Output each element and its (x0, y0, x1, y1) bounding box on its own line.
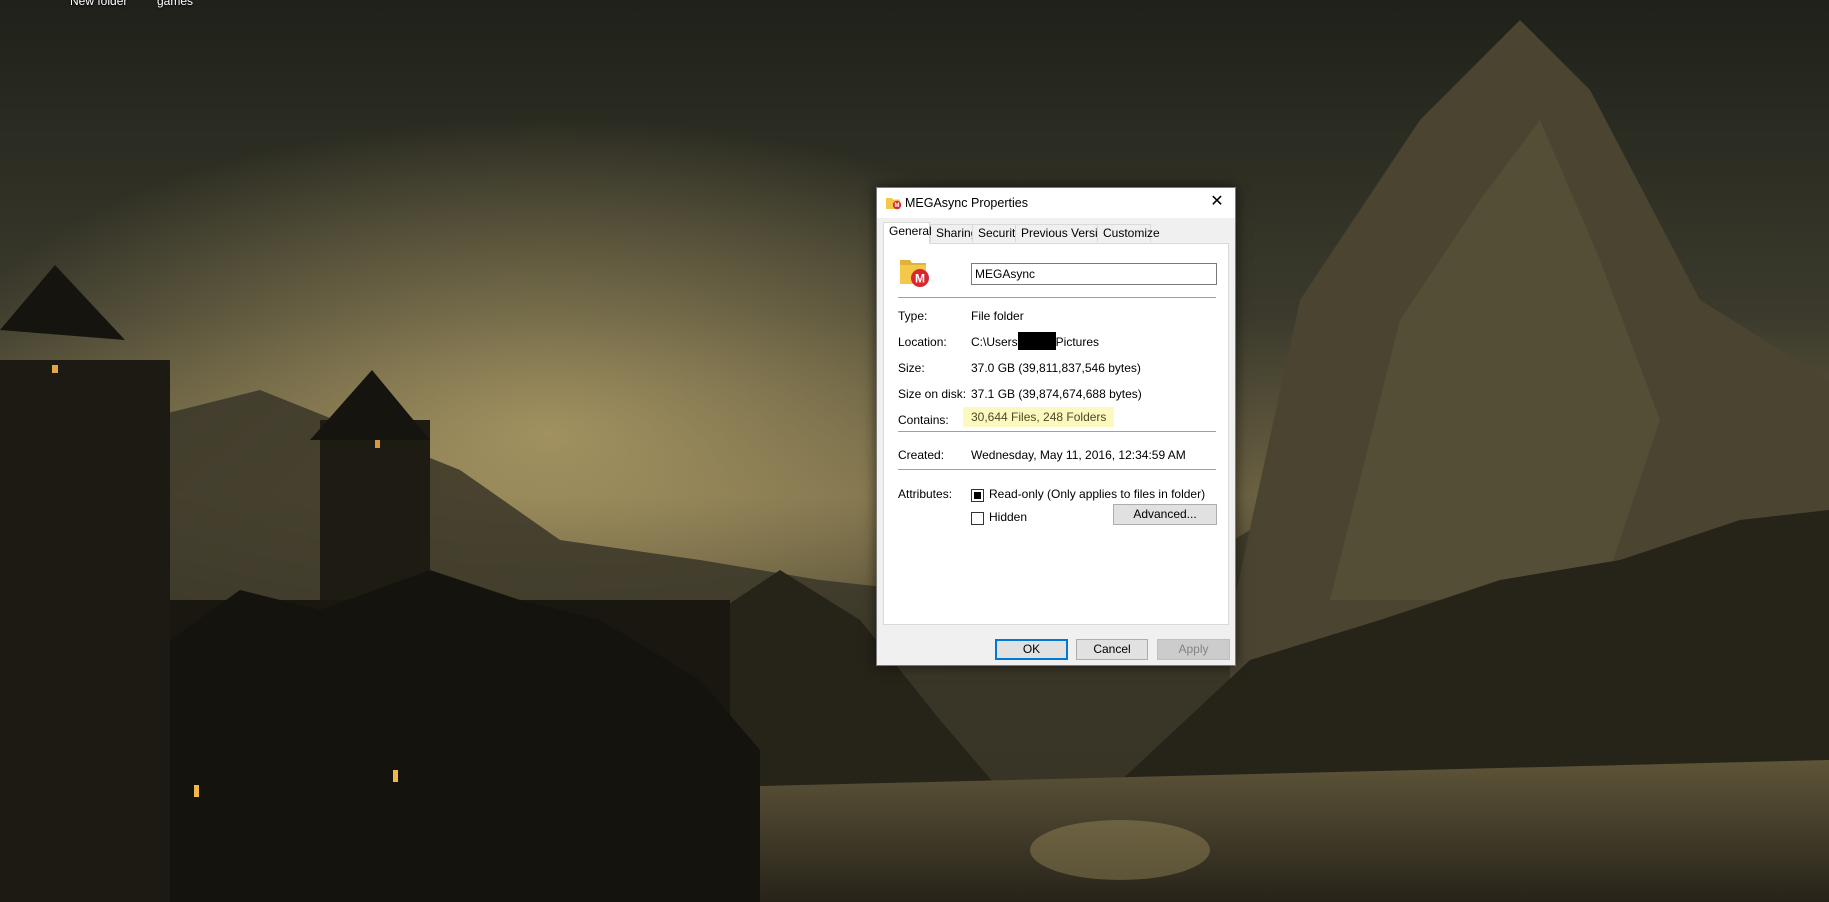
properties-dialog: M MEGAsync Properties ✕ General Sharing … (876, 187, 1236, 666)
redacted-username (1017, 332, 1056, 350)
svg-text:M: M (895, 203, 900, 209)
size-value: 37.0 GB (39,811,837,546 bytes) (971, 361, 1141, 375)
mega-folder-icon: M (900, 260, 929, 287)
divider (898, 469, 1216, 470)
location-suffix: Pictures (1055, 335, 1100, 349)
hidden-checkbox[interactable] (971, 512, 984, 525)
tab-general[interactable]: General (883, 222, 932, 244)
divider (898, 431, 1216, 432)
apply-button[interactable]: Apply (1157, 639, 1230, 660)
contains-label: Contains: (898, 413, 949, 427)
tab-customize[interactable]: Customize (1097, 224, 1160, 242)
general-panel: M Type: File folder Location: C:\Users Pi… (883, 243, 1229, 625)
desktop-icon-label[interactable]: games (157, 0, 193, 8)
mega-folder-icon: M (886, 198, 902, 210)
type-value: File folder (971, 309, 1024, 323)
divider (898, 297, 1216, 298)
contains-value: 30,644 Files, 248 Folders (963, 407, 1115, 427)
size-label: Size: (898, 361, 925, 375)
ok-button[interactable]: OK (995, 639, 1068, 660)
folder-name-input[interactable] (971, 263, 1217, 285)
title-bar[interactable]: M MEGAsync Properties ✕ (877, 188, 1235, 218)
location-value: C:\Users Pictures (971, 332, 1099, 350)
window-title: MEGAsync Properties (905, 196, 1028, 210)
created-value: Wednesday, May 11, 2016, 12:34:59 AM (971, 448, 1186, 462)
close-icon[interactable]: ✕ (1199, 188, 1235, 218)
size-on-disk-value: 37.1 GB (39,874,674,688 bytes) (971, 387, 1142, 401)
size-on-disk-label: Size on disk: (898, 387, 967, 401)
cancel-button[interactable]: Cancel (1076, 639, 1148, 660)
readonly-label[interactable]: Read-only (Only applies to files in fold… (989, 487, 1205, 501)
type-label: Type: (898, 309, 928, 323)
location-prefix: C:\Users (971, 335, 1018, 349)
contains-highlight: 30,644 Files, 248 Folders (963, 407, 1115, 427)
tab-sharing[interactable]: Sharing (930, 224, 977, 242)
readonly-checkbox[interactable] (971, 489, 984, 502)
svg-text:M: M (915, 272, 925, 286)
location-label: Location: (898, 335, 947, 349)
tab-previous-versions[interactable]: Previous Versions (1015, 224, 1117, 242)
attributes-label: Attributes: (898, 487, 953, 501)
tab-security[interactable]: Security (972, 224, 1021, 242)
hidden-label[interactable]: Hidden (989, 510, 1027, 524)
created-label: Created: (898, 448, 945, 462)
advanced-button[interactable]: Advanced... (1113, 504, 1217, 525)
desktop-icon-label[interactable]: New folder (70, 0, 127, 8)
